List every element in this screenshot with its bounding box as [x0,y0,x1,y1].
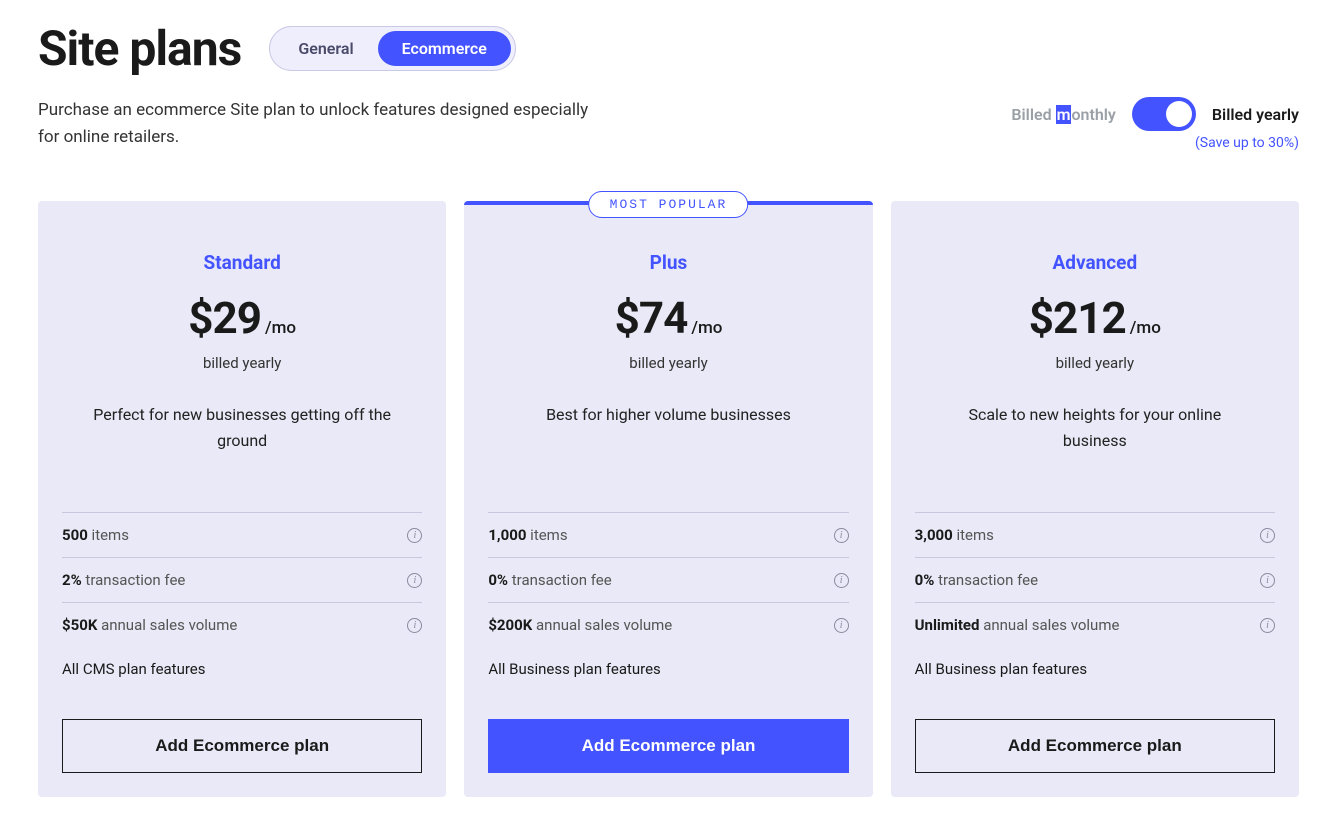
plan-name: Advanced [915,251,1275,274]
info-icon[interactable]: i [834,573,849,588]
feature-label: annual sales volume [979,616,1119,634]
feature-post: plan features [115,660,206,678]
feature-sales-volume: $200K annual sales volume i [488,602,848,647]
billed-yearly-label: Billed yearly [1212,105,1299,124]
feature-pre: All [488,660,509,678]
billed-monthly-post: onthly [1071,105,1115,124]
feature-bold: Business [509,660,570,678]
popular-badge: MOST POPULAR [589,191,749,218]
plans-grid: Standard $29 /mo billed yearly Perfect f… [38,201,1299,797]
feature-post: plan features [996,660,1087,678]
plan-price: $212 [1029,292,1126,344]
info-icon[interactable]: i [834,618,849,633]
feature-bold: Business [935,660,996,678]
plan-description: Perfect for new businesses getting off t… [62,402,422,502]
plan-type-tabs: General Ecommerce [269,26,516,71]
plan-price: $29 [188,292,261,344]
plan-price-unit: /mo [691,318,722,338]
feature-value: $50K [62,616,97,634]
feature-bold: CMS [83,660,115,678]
plan-price-unit: /mo [265,318,296,338]
plan-card-advanced: Advanced $212 /mo billed yearly Scale to… [891,201,1299,797]
plan-price-unit: /mo [1130,318,1161,338]
page-title: Site plans [38,20,241,77]
feature-transaction-fee: 2% transaction fee i [62,557,422,602]
billing-toggle-section: Billed monthly Billed yearly (Save up to… [1011,97,1299,151]
add-plan-button[interactable]: Add Ecommerce plan [488,719,848,773]
toggle-knob [1166,101,1192,127]
plan-name: Plus [488,251,848,274]
feature-value: 1,000 [488,526,526,544]
plan-billing-note: billed yearly [488,354,848,372]
plan-billing-note: billed yearly [62,354,422,372]
feature-pre: All [62,660,83,678]
feature-value: $200K [488,616,532,634]
feature-label: items [88,526,129,544]
plan-name: Standard [62,251,422,274]
feature-label: annual sales volume [97,616,237,634]
plan-billing-note: billed yearly [915,354,1275,372]
feature-transaction-fee: 0% transaction fee i [915,557,1275,602]
feature-transaction-fee: 0% transaction fee i [488,557,848,602]
feature-items: 3,000 items i [915,512,1275,557]
add-plan-button[interactable]: Add Ecommerce plan [62,719,422,773]
plan-card-standard: Standard $29 /mo billed yearly Perfect f… [38,201,446,797]
plan-description: Best for higher volume businesses [488,402,848,502]
info-icon[interactable]: i [1260,528,1275,543]
info-icon[interactable]: i [834,528,849,543]
billed-monthly-pre: Billed [1011,105,1055,124]
feature-items: 500 items i [62,512,422,557]
feature-plan-includes: All Business plan features [915,647,1275,691]
feature-plan-includes: All CMS plan features [62,647,422,691]
billed-monthly-label: Billed monthly [1011,105,1116,124]
add-plan-button[interactable]: Add Ecommerce plan [915,719,1275,773]
feature-pre: All [915,660,936,678]
feature-value: 3,000 [915,526,953,544]
info-icon[interactable]: i [1260,573,1275,588]
page-subhead: Purchase an ecommerce Site plan to unloc… [38,97,598,151]
feature-sales-volume: Unlimited annual sales volume i [915,602,1275,647]
feature-label: transaction fee [934,571,1038,589]
feature-label: items [953,526,994,544]
plan-card-plus: MOST POPULAR Plus $74 /mo billed yearly … [464,201,872,797]
feature-label: transaction fee [82,571,186,589]
feature-value: 500 [62,526,88,544]
save-note: (Save up to 30%) [1195,135,1299,151]
info-icon[interactable]: i [1260,618,1275,633]
info-icon[interactable]: i [407,528,422,543]
plan-description: Scale to new heights for your online bus… [915,402,1275,502]
feature-label: items [526,526,567,544]
info-icon[interactable]: i [407,573,422,588]
feature-value: Unlimited [915,616,980,634]
feature-label: transaction fee [508,571,612,589]
feature-value: 2% [62,571,82,589]
plan-price: $74 [615,292,688,344]
billing-cycle-toggle[interactable] [1132,97,1196,131]
feature-plan-includes: All Business plan features [488,647,848,691]
info-icon[interactable]: i [407,618,422,633]
tab-ecommerce[interactable]: Ecommerce [378,31,511,66]
feature-sales-volume: $50K annual sales volume i [62,602,422,647]
billed-monthly-highlight: m [1056,105,1072,124]
tab-general[interactable]: General [274,31,377,66]
feature-value: 0% [915,571,935,589]
feature-items: 1,000 items i [488,512,848,557]
feature-value: 0% [488,571,508,589]
feature-post: plan features [570,660,661,678]
feature-label: annual sales volume [532,616,672,634]
